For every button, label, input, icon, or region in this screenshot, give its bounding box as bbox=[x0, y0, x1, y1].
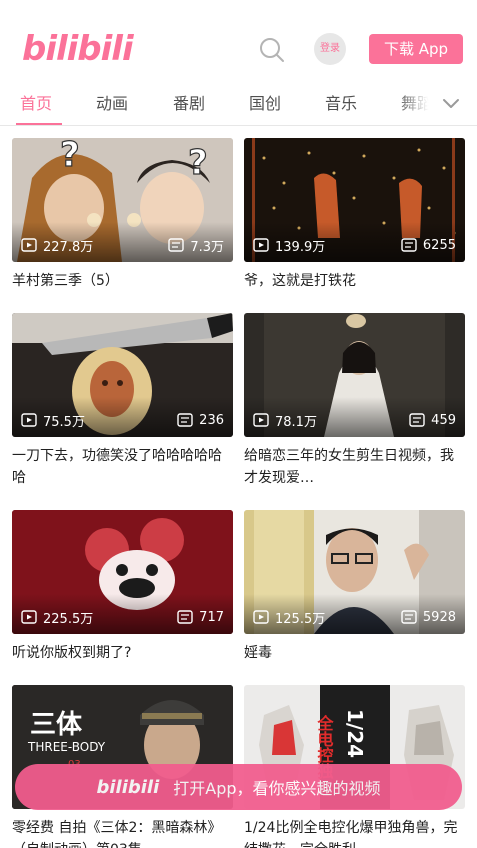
comment-count-text: 6255 bbox=[422, 237, 456, 253]
view-count: 125.5万 bbox=[253, 608, 326, 627]
video-thumbnail: ? ? 227.8万 7.3万 bbox=[12, 138, 233, 262]
open-app-banner-button[interactable]: bilibili 打开App，看你感兴趣的视频 bbox=[15, 764, 462, 810]
video-title: 羊村第三季（5） bbox=[12, 273, 119, 289]
danmaku-icon bbox=[409, 413, 425, 427]
video-title: 婬毒 bbox=[244, 645, 272, 661]
video-title: 给暗恋三年的女生剪生日视频，我才发现爱… bbox=[244, 448, 454, 486]
tabs-fade-mask bbox=[396, 80, 477, 125]
view-count: 75.5万 bbox=[21, 411, 85, 430]
top-header: bilibili 登录 下载 App bbox=[0, 0, 477, 80]
play-count-icon bbox=[253, 413, 269, 427]
video-title: 爷，这就是打铁花 bbox=[244, 273, 356, 289]
view-count-text: 227.8万 bbox=[43, 239, 94, 255]
comment-count: 6255 bbox=[401, 236, 456, 254]
active-tab-indicator bbox=[16, 123, 62, 125]
view-count-text: 225.5万 bbox=[43, 611, 94, 627]
play-count-icon bbox=[21, 238, 37, 252]
tab-home[interactable]: 首页 bbox=[20, 90, 52, 114]
play-count-icon bbox=[253, 238, 269, 252]
danmaku-icon bbox=[168, 238, 185, 252]
comment-count: 717 bbox=[177, 608, 224, 626]
tab-music[interactable]: 音乐 bbox=[325, 90, 357, 114]
view-count-text: 78.1万 bbox=[275, 414, 317, 430]
chevron-down-icon[interactable] bbox=[440, 94, 462, 112]
logo-text: bilibili bbox=[22, 29, 134, 69]
thumb-title-threebody: 三体 bbox=[30, 710, 83, 740]
comment-count: 459 bbox=[409, 411, 456, 429]
play-count-icon bbox=[21, 610, 37, 624]
view-count-text: 139.9万 bbox=[275, 239, 326, 255]
video-title: 1/24比例全电控化爆甲独角兽，完结撒花，完全胜利 bbox=[244, 820, 458, 848]
view-count: 225.5万 bbox=[21, 608, 94, 627]
comment-count-text: 717 bbox=[199, 609, 224, 625]
comment-count: 5928 bbox=[401, 608, 456, 626]
open-app-logo: bilibili bbox=[96, 776, 160, 798]
comment-count-text: 7.3万 bbox=[190, 239, 224, 255]
danmaku-icon bbox=[401, 610, 417, 624]
view-count-text: 125.5万 bbox=[275, 611, 326, 627]
danmaku-icon bbox=[177, 413, 193, 427]
video-thumbnail: 75.5万 236 bbox=[12, 313, 233, 437]
video-thumbnail: 78.1万 459 bbox=[244, 313, 465, 437]
view-count: 78.1万 bbox=[253, 411, 317, 430]
view-count: 139.9万 bbox=[253, 236, 326, 255]
comment-count: 236 bbox=[177, 411, 224, 429]
comment-count-text: 236 bbox=[199, 412, 224, 428]
bilibili-mobile-home: bilibili 登录 下载 App 首页 动画 番剧 国创 音乐 舞蹈 bbox=[0, 0, 477, 848]
comment-count-text: 5928 bbox=[422, 609, 456, 625]
video-title: 听说你版权到期了? bbox=[12, 645, 132, 661]
danmaku-icon bbox=[177, 610, 193, 624]
login-avatar-button[interactable]: 登录 bbox=[314, 33, 346, 65]
video-title: 一刀下去，功德笑没了哈哈哈哈哈哈 bbox=[12, 448, 222, 486]
bilibili-logo[interactable]: bilibili bbox=[22, 26, 134, 72]
video-thumbnail: 139.9万 6255 bbox=[244, 138, 465, 262]
tab-anime[interactable]: 动画 bbox=[96, 90, 128, 114]
view-count: 227.8万 bbox=[21, 236, 94, 255]
video-thumbnail: 225.5万 717 bbox=[12, 510, 233, 634]
play-count-icon bbox=[21, 413, 37, 427]
download-app-button[interactable]: 下载 App bbox=[369, 34, 463, 64]
svg-text:?: ? bbox=[188, 143, 208, 183]
view-count-text: 75.5万 bbox=[43, 414, 85, 430]
comment-count: 7.3万 bbox=[168, 236, 224, 255]
open-app-label: 打开App，看你感兴趣的视频 bbox=[173, 779, 381, 798]
thumb-subtitle-threebody: THREE-BODY bbox=[27, 740, 106, 754]
thumb-scale-label: 1/24 bbox=[343, 709, 367, 758]
comment-count-text: 459 bbox=[431, 412, 456, 428]
svg-text:?: ? bbox=[60, 138, 80, 175]
danmaku-icon bbox=[401, 238, 417, 252]
play-count-icon bbox=[253, 610, 269, 624]
video-title: 零经费 自拍《三体2：黑暗森林》（自制动画）第03集 bbox=[12, 820, 222, 848]
category-tabs: 首页 动画 番剧 国创 音乐 舞蹈 bbox=[0, 80, 477, 126]
tab-bangumi[interactable]: 番剧 bbox=[173, 90, 205, 114]
video-thumbnail: 125.5万 5928 bbox=[244, 510, 465, 634]
search-icon[interactable] bbox=[258, 36, 286, 64]
tab-guochuang[interactable]: 国创 bbox=[249, 90, 281, 114]
